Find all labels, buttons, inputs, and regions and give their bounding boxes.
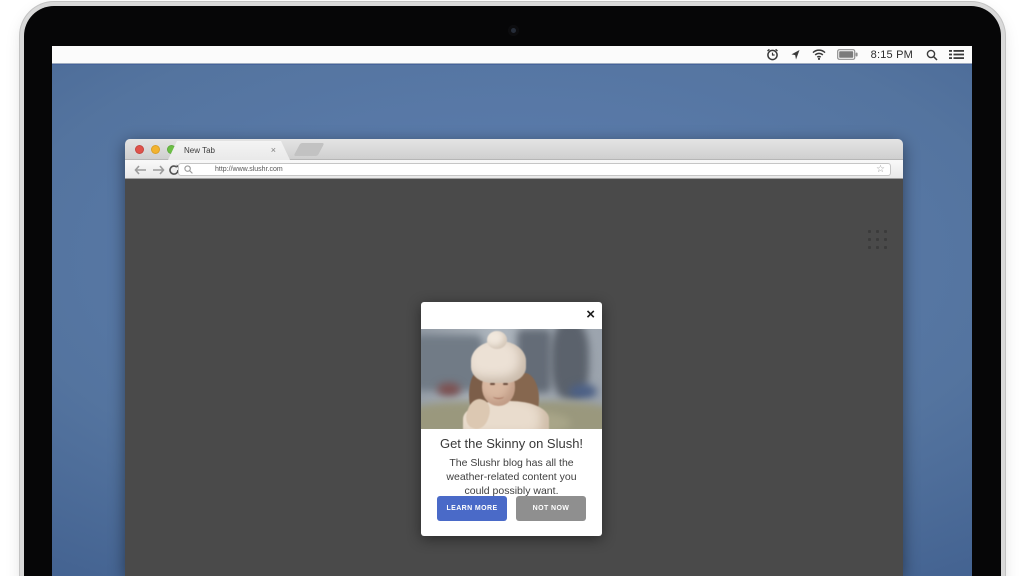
menu-bar: 8:15 PM	[52, 46, 972, 64]
notification-center-icon[interactable]	[949, 49, 964, 60]
wifi-icon[interactable]	[812, 49, 826, 60]
browser-window: New Tab ×	[125, 139, 903, 576]
back-icon[interactable]	[134, 162, 147, 177]
tab-new-tab[interactable]: New Tab ×	[168, 141, 290, 160]
new-tab-button[interactable]	[294, 143, 325, 156]
window-controls	[135, 145, 176, 154]
address-bar[interactable]: http://www.slushr.com ☆	[178, 163, 891, 176]
minimize-window-button[interactable]	[151, 145, 160, 154]
battery-icon[interactable]	[837, 49, 858, 60]
page-content: ×	[125, 179, 903, 576]
modal-buttons: LEARN MORE NOT NOW	[437, 496, 586, 521]
webcam-icon	[508, 25, 519, 36]
not-now-button[interactable]: NOT NOW	[516, 496, 586, 521]
laptop-mockup: 8:15 PM New Tab ×	[0, 0, 1024, 576]
alarm-icon[interactable]	[766, 48, 779, 61]
location-icon[interactable]	[790, 49, 801, 61]
tab-bar: New Tab ×	[125, 139, 903, 160]
spotlight-search-icon[interactable]	[926, 49, 938, 61]
forward-icon[interactable]	[152, 162, 165, 177]
tab-title: New Tab	[184, 146, 271, 155]
modal-photo	[421, 329, 602, 429]
tab-close-icon[interactable]: ×	[271, 146, 276, 155]
promo-modal: ×	[421, 302, 602, 536]
learn-more-button[interactable]: LEARN MORE	[437, 496, 507, 521]
url-text[interactable]: http://www.slushr.com	[215, 166, 876, 173]
photo-person	[421, 329, 602, 429]
modal-close-icon[interactable]: ×	[586, 304, 595, 325]
menu-bar-clock[interactable]: 8:15 PM	[871, 49, 913, 61]
browser-toolbar: http://www.slushr.com ☆	[125, 160, 903, 179]
modal-body-text: The Slushr blog has all the weather-rela…	[435, 457, 588, 499]
desktop-wallpaper: New Tab ×	[52, 65, 972, 576]
modal-heading: Get the Skinny on Slush!	[421, 436, 602, 451]
bookmark-star-icon[interactable]: ☆	[876, 165, 885, 175]
close-window-button[interactable]	[135, 145, 144, 154]
screen: 8:15 PM New Tab ×	[52, 46, 972, 576]
app-grid-icon[interactable]	[866, 228, 889, 251]
omnibox-search-icon	[184, 161, 193, 179]
